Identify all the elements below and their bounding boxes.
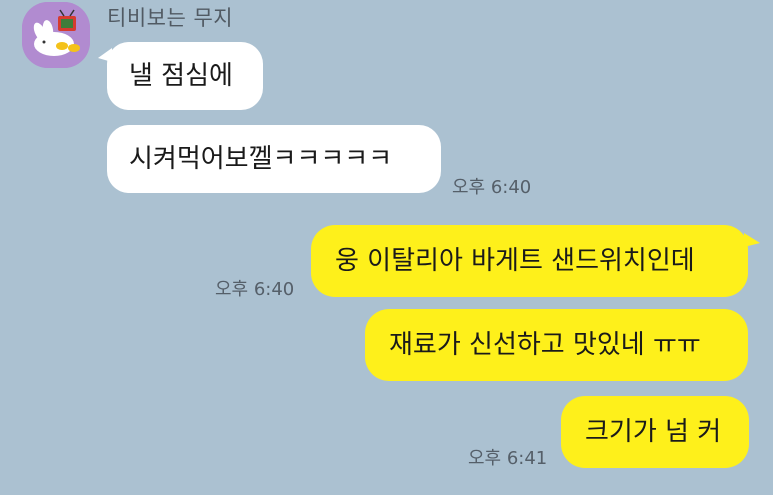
message-text: 낼 점심에 [129, 61, 233, 91]
sender-avatar[interactable] [22, 2, 90, 68]
message-bubble-incoming[interactable]: 시켜먹어보껠ㅋㅋㅋㅋㅋ [107, 125, 441, 193]
message-timestamp: 오후 6:41 [468, 448, 548, 469]
message-bubble-outgoing[interactable]: 웅 이탈리아 바게트 샌드위치인데 [311, 225, 760, 297]
message-timestamp: 오후 6:40 [452, 177, 532, 198]
message-bubble-outgoing[interactable]: 크기가 넘 커 [561, 396, 749, 468]
message-bubble-incoming[interactable]: 낼 점심에 [98, 42, 263, 110]
sender-name: 티비보는 무지 [107, 6, 234, 30]
message-timestamp: 오후 6:40 [215, 279, 295, 300]
chat-room: 티비보는 무지 낼 점심에 시켜먹어보껠ㅋㅋㅋㅋㅋ 오후 6:40 오후 6:4… [0, 0, 773, 495]
message-text: 크기가 넘 커 [585, 417, 722, 447]
message-text: 시켜먹어보껠ㅋㅋㅋㅋㅋ [129, 144, 393, 174]
muzi-avatar-icon [22, 2, 90, 68]
message-bubble-outgoing[interactable]: 재료가 신선하고 맛있네 ㅠㅠ [365, 309, 748, 381]
message-text: 재료가 신선하고 맛있네 ㅠㅠ [389, 330, 701, 360]
message-text: 웅 이탈리아 바게트 샌드위치인데 [335, 246, 695, 276]
bubble-tail [98, 48, 112, 62]
bubble-tail [744, 233, 760, 247]
